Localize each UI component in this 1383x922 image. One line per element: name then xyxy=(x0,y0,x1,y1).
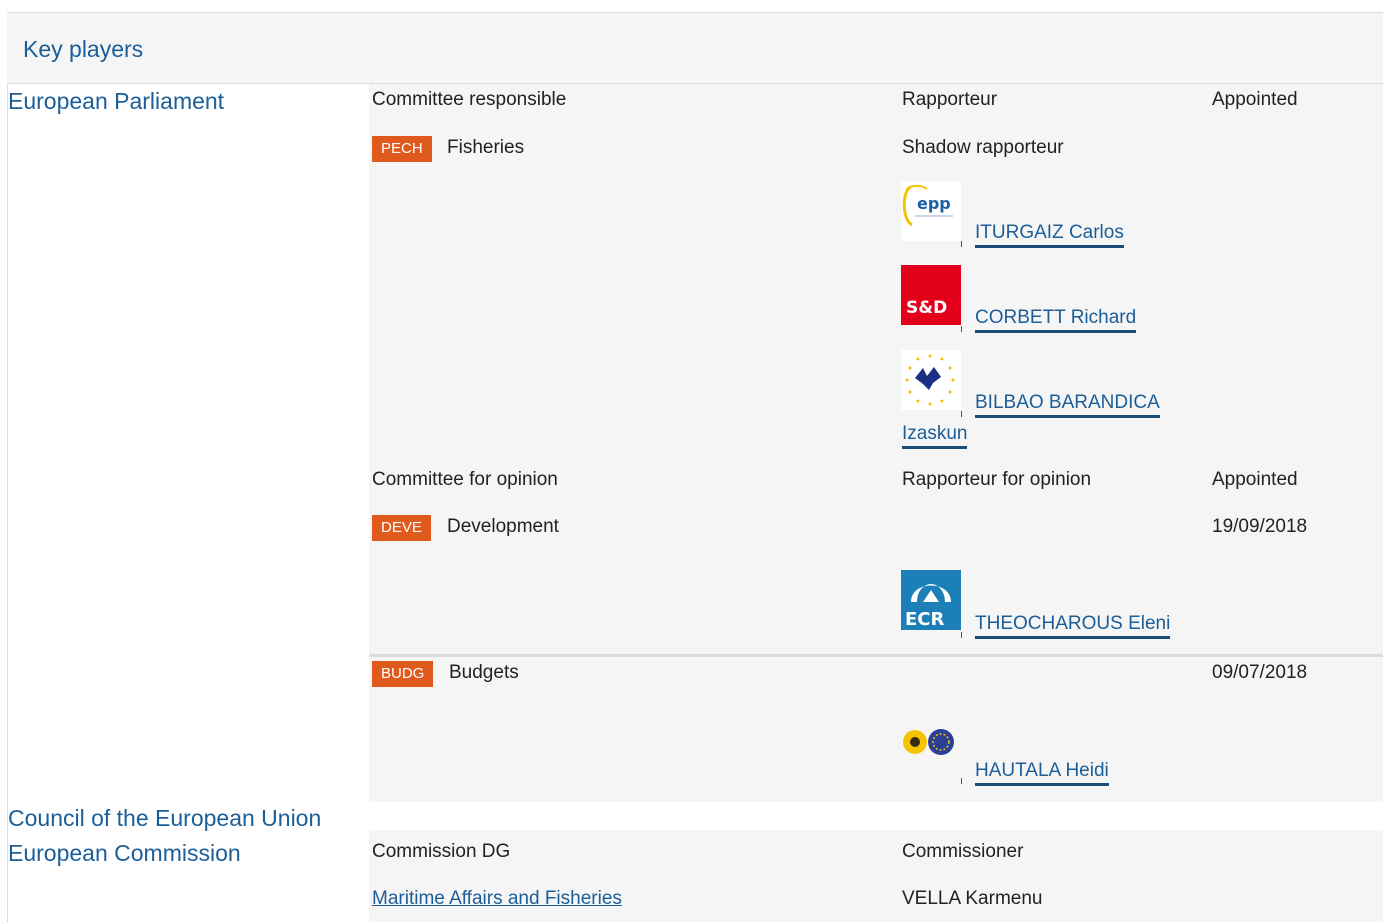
appointed-opinion-header: Appointed xyxy=(1212,469,1298,490)
tick-mark xyxy=(961,411,962,417)
appointed-date-budg: 09/07/2018 xyxy=(1212,662,1308,683)
committee-responsible-header: Committee responsible xyxy=(372,89,567,110)
committee-name-budgets: Budgets xyxy=(449,662,519,683)
tick-mark xyxy=(961,632,962,638)
appointed-header: Appointed xyxy=(1212,89,1298,110)
institution-council[interactable]: Council of the European Union xyxy=(8,805,321,832)
s-and-d-logo-icon: S&D xyxy=(901,265,961,325)
epp-logo-icon: epp xyxy=(901,181,961,241)
alde-logo-icon xyxy=(901,350,961,410)
institution-european-commission[interactable]: European Commission xyxy=(8,840,241,867)
commissioner-header: Commissioner xyxy=(902,841,1024,862)
mep-link-corbett[interactable]: CORBETT Richard xyxy=(975,307,1137,333)
epp-logo-text: epp xyxy=(917,194,951,213)
rapporteur-header: Rapporteur xyxy=(902,89,998,110)
tick-mark xyxy=(961,778,962,784)
key-players-title[interactable]: Key players xyxy=(23,36,143,63)
tick-mark xyxy=(961,241,962,247)
committee-badge-budg[interactable]: BUDG xyxy=(372,661,434,687)
committee-badge-deve[interactable]: DEVE xyxy=(372,515,431,541)
key-players-header[interactable] xyxy=(7,13,1383,84)
mep-link-hautala[interactable]: HAUTALA Heidi xyxy=(975,760,1109,786)
committee-name-development: Development xyxy=(447,516,559,537)
ep-panel xyxy=(369,84,1383,654)
mep-link-bilbao-barandica-line2[interactable]: Izaskun xyxy=(902,423,968,449)
commissioner-name: VELLA Karmenu xyxy=(902,888,1043,909)
mep-link-iturgaiz[interactable]: ITURGAIZ Carlos xyxy=(975,222,1124,248)
commission-dg-header: Commission DG xyxy=(372,841,511,862)
committee-opinion-header: Committee for opinion xyxy=(372,469,558,490)
shadow-rapporteur-header: Shadow rapporteur xyxy=(902,137,1064,158)
appointed-date-deve: 19/09/2018 xyxy=(1212,516,1308,537)
greens-efa-logo-icon xyxy=(901,722,961,762)
mep-link-bilbao-barandica[interactable]: BILBAO BARANDICA xyxy=(975,392,1160,418)
rapporteur-opinion-header: Rapporteur for opinion xyxy=(902,469,1092,490)
dg-link-maritime-affairs[interactable]: Maritime Affairs and Fisheries xyxy=(372,888,622,910)
committee-badge-pech[interactable]: PECH xyxy=(372,136,432,162)
committee-name-fisheries: Fisheries xyxy=(447,137,525,158)
institution-european-parliament[interactable]: European Parliament xyxy=(8,88,224,115)
s-and-d-logo-text: S&D xyxy=(906,298,947,318)
ecr-logo-icon: ECR xyxy=(901,570,961,630)
tick-mark xyxy=(961,326,962,332)
mep-link-theocharous[interactable]: THEOCHAROUS Eleni xyxy=(975,613,1171,639)
ecr-logo-text: ECR xyxy=(905,609,945,630)
